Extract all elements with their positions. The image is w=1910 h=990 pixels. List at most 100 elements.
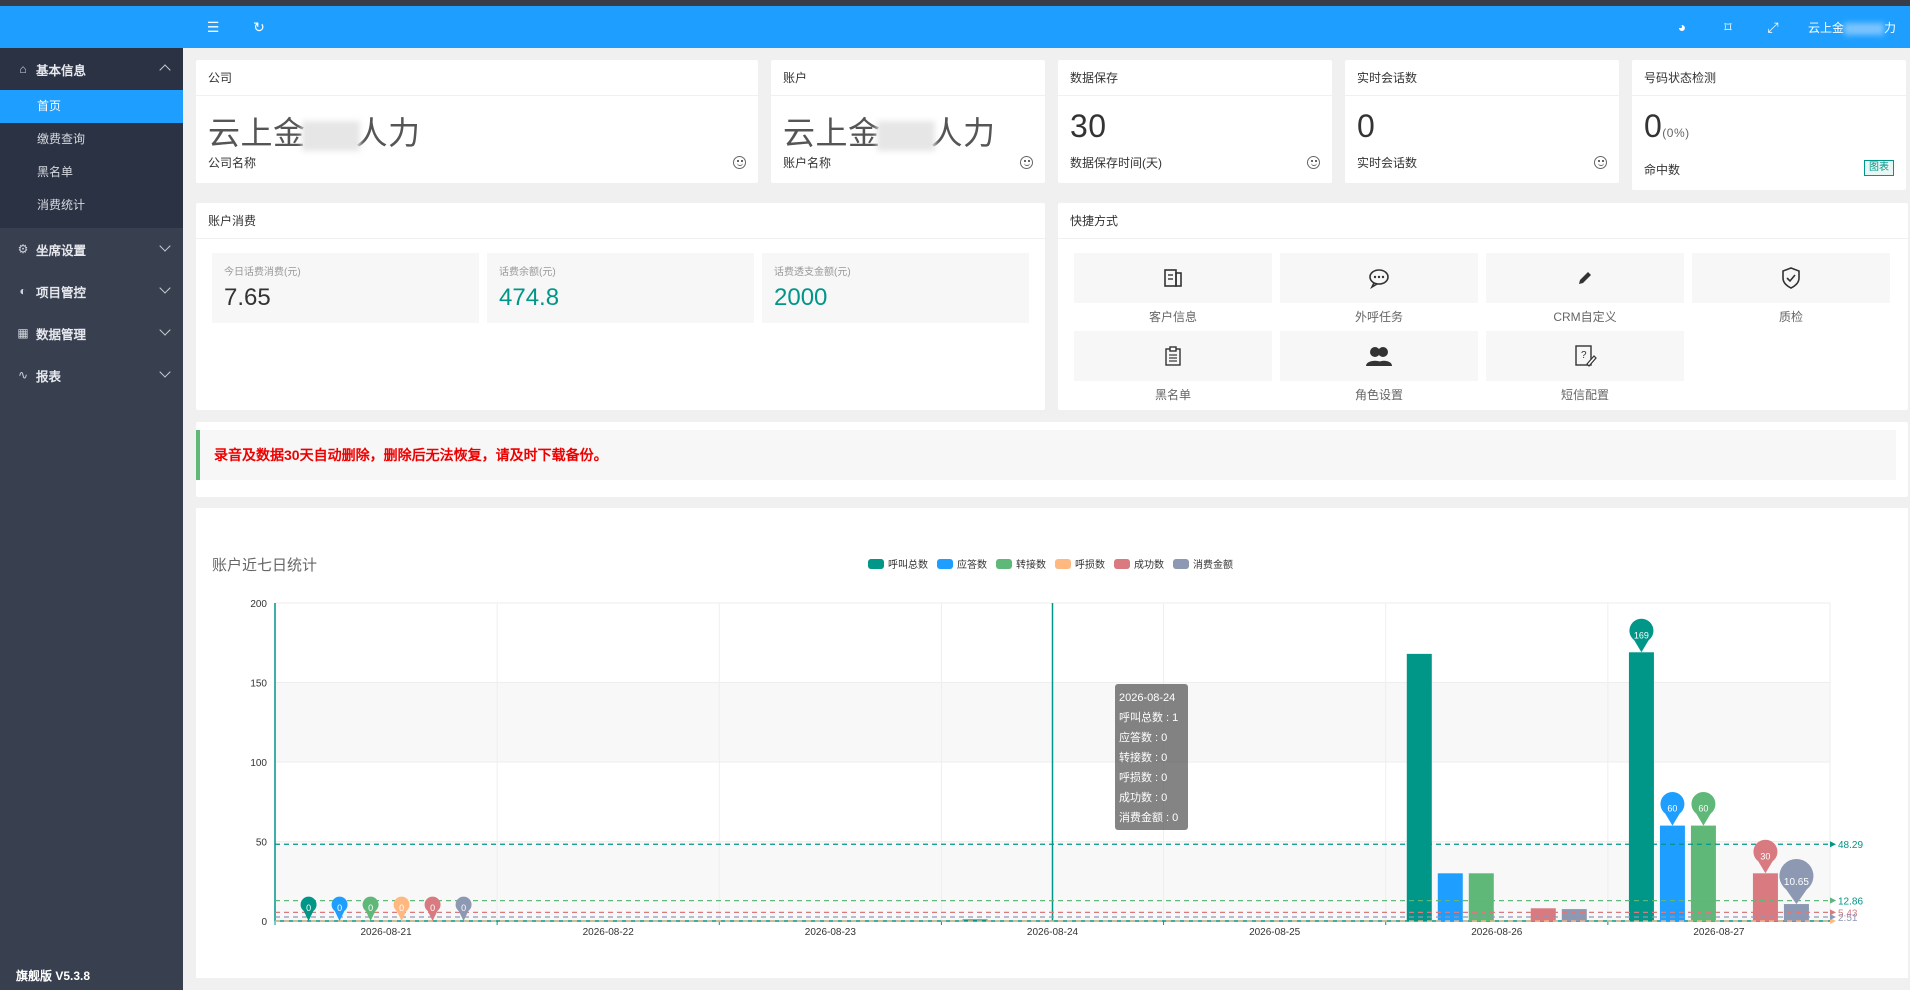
home-icon: ⌂ [19, 62, 27, 76]
quick-customer-info[interactable]: 客户信息 [1074, 253, 1272, 325]
tooltip-line: 呼叫总数 : 1 [1119, 712, 1179, 724]
sidebar-group-project-control[interactable]: ◐ 项目管控 [0, 270, 183, 312]
bar [962, 919, 988, 921]
card-title: 数据保存 [1058, 60, 1332, 96]
spend-value: 474.8 [499, 284, 560, 311]
average-line-arrow [1830, 914, 1836, 921]
quick-link-tile[interactable] [1486, 253, 1684, 303]
bar [1437, 873, 1463, 921]
chevron-up-icon [159, 64, 171, 76]
account-name-value: 云上金 人力 [783, 108, 996, 154]
theme-icon[interactable]: ◕ [1672, 17, 1692, 37]
card-title: 账户消费 [196, 203, 1045, 239]
bar [1530, 908, 1556, 921]
users-icon [1366, 347, 1392, 366]
spend-label: 话费余额(元) [499, 267, 556, 278]
sidebar-submenu: 首页 缴费查询 黑名单 消费统计 [0, 90, 183, 228]
gear-icon: ⚙ [17, 242, 29, 256]
bar [1468, 873, 1494, 921]
max-value-label: 60 [1667, 804, 1677, 814]
menu-toggle-icon[interactable]: ☰ [203, 17, 223, 37]
max-value-label: 30 [1760, 851, 1770, 861]
quick-link-tile[interactable]: ? [1486, 331, 1684, 381]
company-card: 公司 云上金 人力 公司名称 [196, 60, 758, 183]
chevron-down-icon [159, 282, 171, 294]
chart-tooltip: 2026-08-24 呼叫总数 : 1 应答数 : 0 转接数 : 0 呼损数 … [1115, 684, 1188, 830]
quick-quality-check[interactable]: 质检 [1692, 253, 1890, 325]
average-line-arrow [1830, 897, 1836, 904]
max-value-label: 169 [1634, 630, 1649, 640]
card-subtitle: 公司名称 [208, 156, 257, 170]
sidebar-item-blacklist[interactable]: 黑名单 [0, 156, 183, 189]
pencil-icon [1579, 272, 1591, 284]
user-name-suffix: 力 [1883, 21, 1896, 35]
clipboard-icon [1165, 346, 1181, 366]
tooltip-line: 应答数 : 0 [1119, 732, 1168, 744]
average-value-label: 2.51 [1838, 913, 1858, 924]
spend-value: 2000 [774, 284, 828, 311]
chart-badge-button[interactable]: 图表 [1864, 160, 1894, 176]
bar-chart: 0 50 100 150 200 2026-08-21 2026-08-22 2026-08-… [250, 599, 1863, 938]
spend-label: 今日话费消费(元) [224, 267, 301, 278]
logo-area [0, 6, 183, 48]
data-retention-card: 数据保存 30 数据保存时间(天) [1058, 60, 1332, 183]
chevron-down-icon [159, 240, 171, 252]
account-name-part: 人力 [930, 115, 996, 151]
bar [1690, 825, 1716, 921]
sidebar-group-data-management[interactable]: ▦ 数据管理 [0, 312, 183, 354]
sidebar-item-home[interactable]: 首页 [0, 90, 183, 123]
sidebar-item-payment-query[interactable]: 缴费查询 [0, 123, 183, 156]
sidebar-group-label: 基本信息 [36, 63, 87, 78]
quick-link-label: 黑名单 [1154, 388, 1191, 402]
quick-link-tile[interactable] [1074, 253, 1272, 303]
quick-outbound-task[interactable]: 外呼任务 [1280, 253, 1478, 325]
quick-link-tile[interactable] [1692, 253, 1890, 303]
shield-check-icon [1782, 267, 1800, 289]
quick-link-label: 质检 [1778, 310, 1803, 324]
tooltip-line: 转接数 : 0 [1119, 752, 1168, 764]
user-menu[interactable]: 云上金 力 [1808, 19, 1896, 36]
smile-icon [1020, 156, 1033, 169]
customer-info-icon [1164, 269, 1182, 287]
tooltip-date: 2026-08-24 [1119, 692, 1176, 704]
refresh-icon[interactable]: ↻ [249, 17, 269, 37]
quick-blacklist[interactable]: 黑名单 [1074, 331, 1272, 403]
quick-link-label: 客户信息 [1148, 310, 1197, 324]
account-name-part: 云上金 [783, 115, 881, 151]
tag-icon[interactable]: ⌑ [1718, 17, 1738, 37]
quick-link-tile[interactable] [1280, 331, 1478, 381]
number-check-card: 号码状态检测 0(0%) 命中数 图表 [1632, 60, 1906, 190]
report-icon: ∿ [17, 368, 29, 382]
min-value-label: 0 [461, 903, 466, 913]
x-tick-label: 2026-08-25 [1249, 927, 1301, 938]
sidebar-group-label: 数据管理 [36, 327, 87, 342]
y-tick-label: 150 [250, 679, 267, 690]
account-spend-card: 账户消费 今日话费消费(元) 7.65 话费余额(元) 474.8 话费透支金额… [196, 203, 1045, 410]
sidebar-group-label: 项目管控 [36, 285, 87, 300]
chevron-down-icon [159, 324, 171, 336]
sidebar-item-consumption-stats[interactable]: 消费统计 [0, 189, 183, 222]
bar [1561, 909, 1587, 921]
card-title: 公司 [196, 60, 758, 96]
card-title: 账户 [771, 60, 1045, 96]
quick-link-label: 角色设置 [1354, 388, 1403, 402]
company-name-part: 人力 [355, 115, 421, 151]
min-value-label: 0 [430, 903, 435, 913]
quick-sms-config[interactable]: ? 短信配置 [1486, 331, 1684, 403]
hit-percent: (0%) [1662, 126, 1690, 140]
spend-label: 话费透支金额(元) [774, 267, 851, 278]
sidebar-group-reports[interactable]: ∿ 报表 [0, 354, 183, 396]
sidebar-group-seat-settings[interactable]: ⚙ 坐席设置 [0, 228, 183, 270]
quick-link-tile[interactable] [1074, 331, 1272, 381]
quick-role-settings[interactable]: 角色设置 [1280, 331, 1478, 403]
sidebar-group-basic-info[interactable]: ⌂ 基本信息 [0, 48, 183, 90]
data-icon: ▦ [17, 326, 29, 340]
fullscreen-icon[interactable]: ⤢ [1763, 17, 1783, 37]
live-sessions-card: 实时会话数 0 实时会话数 [1345, 60, 1619, 183]
quick-link-label: 外呼任务 [1354, 310, 1403, 324]
quick-link-tile[interactable] [1280, 253, 1478, 303]
hit-value: 0(0%) [1644, 108, 1690, 145]
x-tick-label: 2026-08-23 [805, 927, 857, 938]
quick-crm-custom[interactable]: CRM自定义 [1486, 253, 1684, 325]
bar [1752, 873, 1778, 921]
